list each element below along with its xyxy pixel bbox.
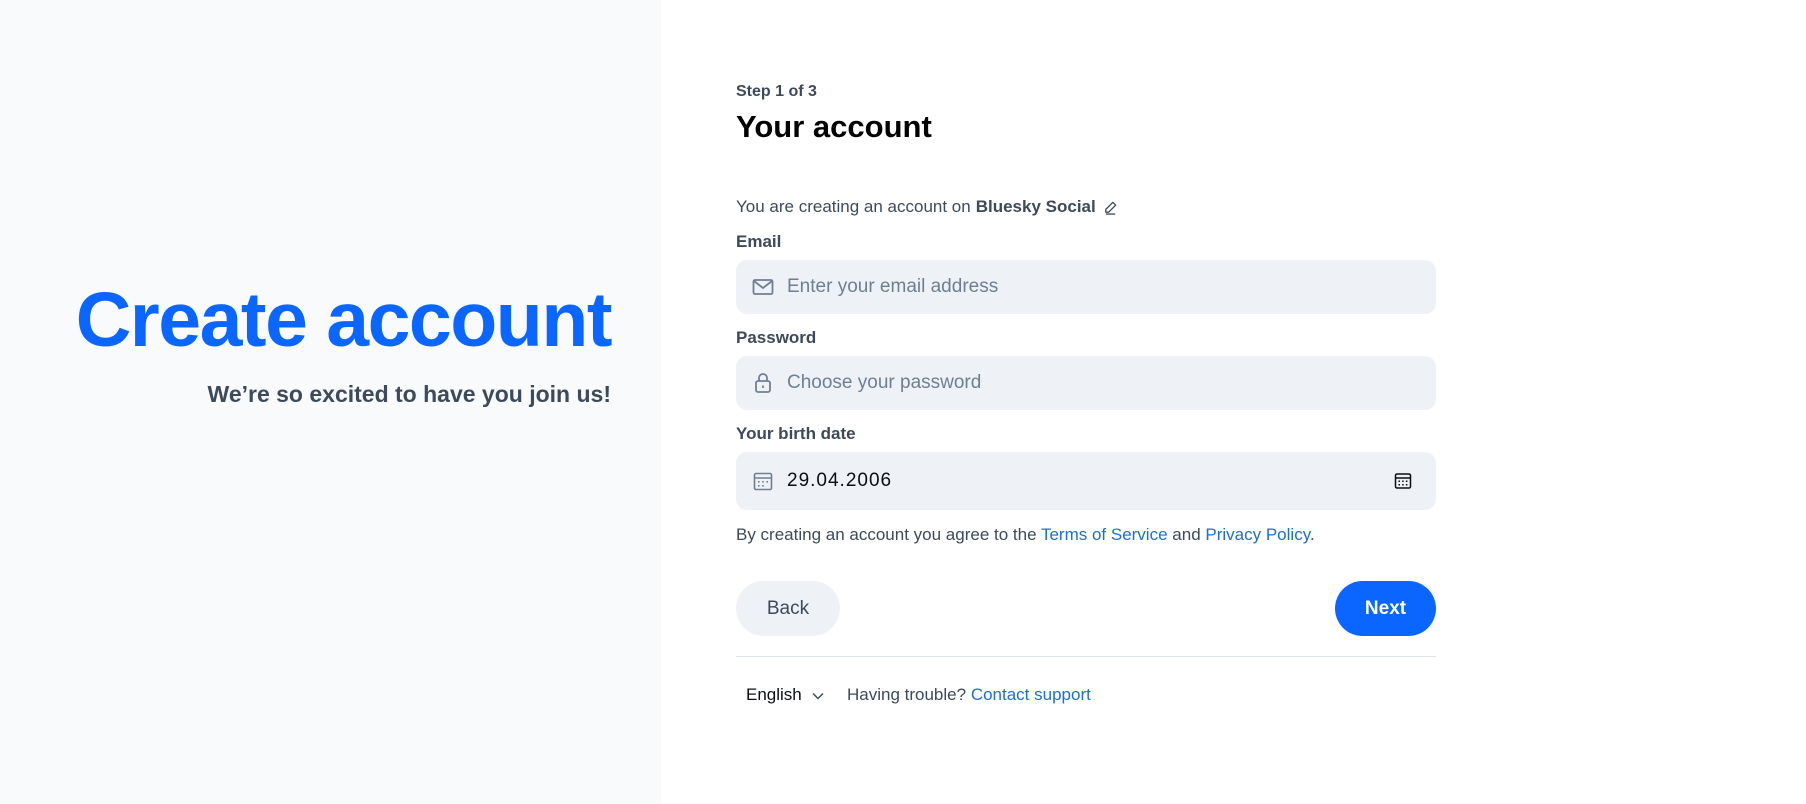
language-label: English <box>746 685 802 704</box>
envelope-icon <box>751 275 775 299</box>
back-button[interactable]: Back <box>736 581 840 636</box>
birthdate-label: Your birth date <box>736 424 856 443</box>
language-selector[interactable]: English <box>746 685 824 705</box>
email-field-container[interactable] <box>736 260 1436 314</box>
next-button[interactable]: Next <box>1335 581 1436 636</box>
terms-and: and <box>1172 525 1201 544</box>
hosting-provider-name[interactable]: Bluesky Social <box>976 197 1096 217</box>
calendar-picker-icon[interactable] <box>1388 466 1418 496</box>
birthdate-field-container[interactable]: 29.04.2006 <box>736 452 1436 510</box>
support-line: Having trouble? Contact support <box>847 685 1091 705</box>
terms-of-service-link[interactable]: Terms of Service <box>1041 525 1168 544</box>
contact-support-link[interactable]: Contact support <box>971 685 1091 704</box>
lock-icon <box>751 371 775 395</box>
chevron-down-icon <box>812 685 824 705</box>
email-label: Email <box>736 232 782 251</box>
terms-suffix: . <box>1309 525 1315 544</box>
calendar-icon <box>751 469 775 493</box>
hosting-provider-line: You are creating an account on Bluesky S… <box>736 197 1118 217</box>
pencil-icon[interactable] <box>1103 200 1118 215</box>
password-input[interactable] <box>787 356 1436 410</box>
trouble-text: Having trouble? <box>847 685 967 704</box>
hero-subtitle: We’re so excited to have you join us! <box>207 381 611 407</box>
birthdate-input[interactable]: 29.04.2006 <box>787 470 1388 492</box>
page-title: Your account <box>736 109 932 144</box>
step-indicator: Step 1 of 3 <box>736 83 817 100</box>
privacy-policy-link[interactable]: Privacy Policy <box>1205 525 1310 544</box>
hero-title: Create account <box>75 277 613 363</box>
terms-notice: By creating an account you agree to the … <box>736 525 1315 545</box>
password-label: Password <box>736 328 817 347</box>
left-panel: Create account We’re so excited to have … <box>0 0 661 804</box>
password-field-container[interactable] <box>736 356 1436 410</box>
divider <box>736 656 1436 657</box>
email-input[interactable] <box>787 260 1436 314</box>
hosting-provider-prefix: You are creating an account on <box>736 197 971 216</box>
terms-prefix: By creating an account you agree to the <box>736 525 1037 544</box>
